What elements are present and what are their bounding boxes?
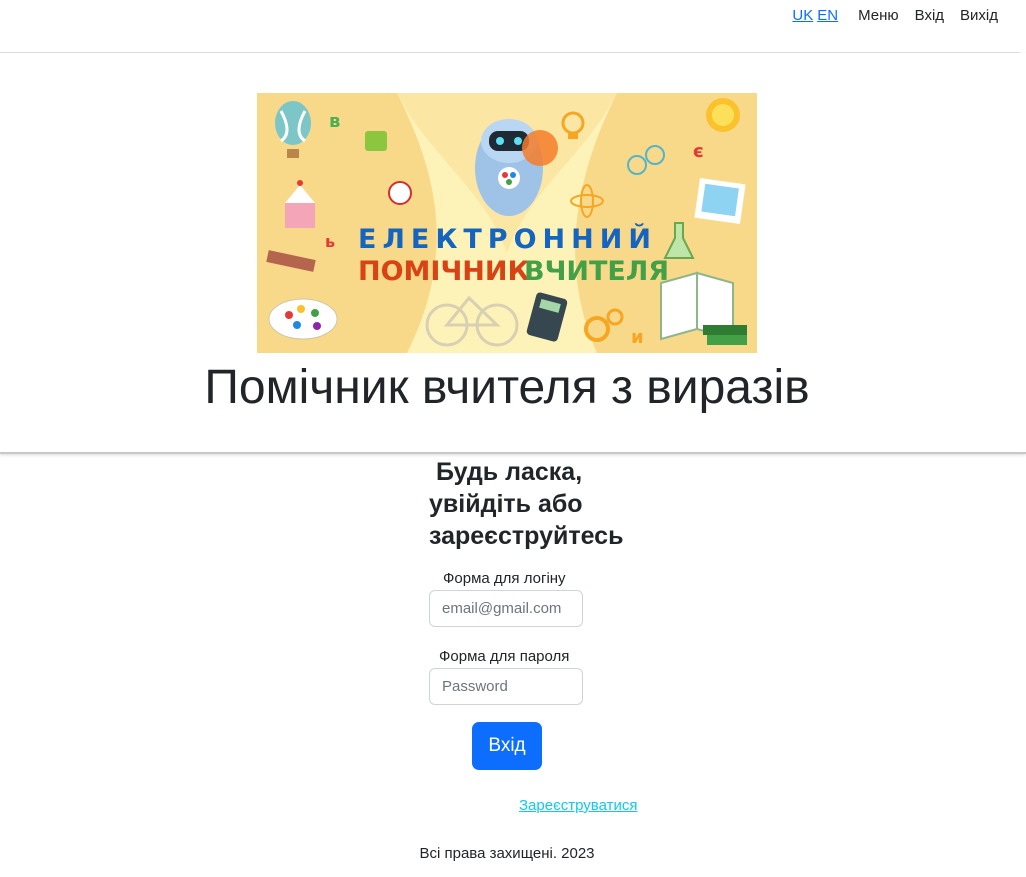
lang-uk-link[interactable]: UK (792, 7, 813, 24)
login-heading-line3: зареєструйтесь (429, 522, 624, 550)
nav-logout-link[interactable]: Вихід (960, 7, 998, 24)
nav-login-link[interactable]: Вхід (915, 7, 944, 24)
nav-menu-link[interactable]: Меню (858, 7, 899, 24)
login-heading: Будь ласка, увійдіть або зареєструйтесь (429, 456, 639, 552)
email-label: Форма для логіну (443, 570, 566, 587)
banner-line1: ЕЛЕКТРОННИЙ (358, 223, 657, 255)
svg-text:ь: ь (325, 232, 335, 251)
svg-text:в: в (329, 111, 340, 132)
footer-copyright: Всі права захищені. 2023 (419, 845, 595, 862)
login-submit-button[interactable]: Вхід (472, 722, 542, 770)
svg-text:и: и (631, 327, 644, 348)
login-heading-line2: увійдіть або (429, 490, 583, 518)
banner-line2-b: ВЧИТЕЛЯ (524, 256, 669, 287)
password-field[interactable] (429, 668, 583, 705)
page-title: Помічник вчителя з виразів (204, 361, 810, 414)
lang-en-link[interactable]: EN (817, 7, 838, 24)
register-link[interactable]: Зареєструватися (519, 797, 637, 814)
svg-text:є: є (693, 141, 704, 162)
top-navbar: UK EN Меню Вхід Вихід (0, 0, 1020, 53)
email-field[interactable] (429, 590, 583, 627)
banner-line2-a: ПОМІЧНИК (358, 256, 530, 287)
navbar-links: UK EN Меню Вхід Вихід (792, 7, 998, 24)
banner-image: в є ь и ЕЛЕКТРОННИЙ ПОМІЧНИК ВЧИТЕЛЯ (257, 93, 757, 353)
hero-section: в є ь и ЕЛЕКТРОННИЙ ПОМІЧНИК ВЧИТЕЛЯ Пом… (0, 53, 1026, 454)
login-heading-line1: Будь ласка, (436, 458, 583, 486)
password-label: Форма для пароля (439, 648, 570, 665)
